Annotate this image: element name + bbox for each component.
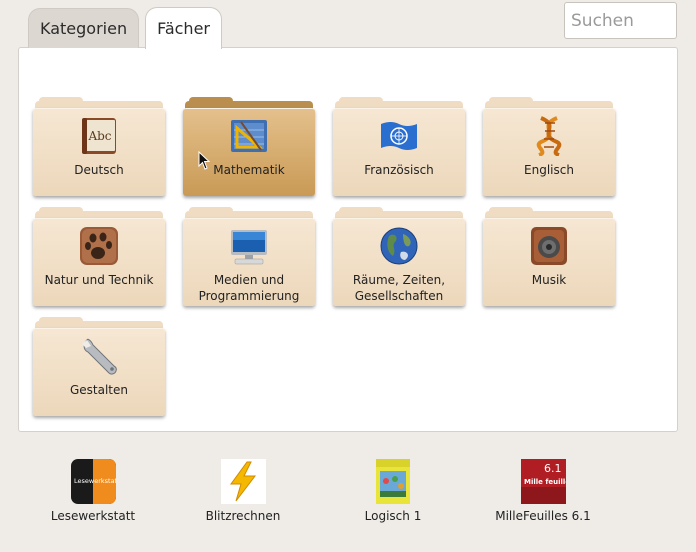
folder-label: Englisch	[524, 163, 574, 177]
folder-label-line2: Programmierung	[198, 289, 300, 303]
app-millefeuilles-6-1[interactable]: 6.1 Mille feuilles MilleFeuilles 6.1	[488, 459, 598, 529]
math-tools-icon	[231, 120, 267, 152]
computer-icon	[231, 230, 267, 265]
tab-faecher[interactable]: Fächer	[145, 7, 222, 49]
subjects-panel: Abc Deutsch Mathematik Französisch Engli…	[18, 47, 678, 432]
svg-text:Abc: Abc	[87, 129, 111, 143]
un-flag-icon	[381, 122, 417, 150]
app-logisch-1[interactable]: Logisch 1	[338, 459, 448, 529]
paw-icon	[80, 227, 118, 265]
logisch-book-icon	[376, 459, 410, 504]
app-lesewerkstatt[interactable]: Lesewerkstatt Lesewerkstatt	[38, 459, 148, 529]
millefeuilles-book-icon: 6.1 Mille feuilles	[521, 459, 566, 504]
app-blitzrechnen[interactable]: Blitzrechnen	[188, 459, 298, 529]
mouse-cursor-icon	[198, 151, 211, 170]
search-input[interactable]	[564, 2, 677, 39]
folder-label-line1: Medien und	[213, 273, 285, 287]
app-label: Blitzrechnen	[205, 509, 281, 523]
tab-bar: Kategorien Fächer	[28, 7, 222, 49]
tab-kategorien[interactable]: Kategorien	[28, 8, 140, 48]
wrench-icon	[82, 338, 117, 375]
folder-label: Gestalten	[69, 383, 129, 397]
folder-label: Musik	[531, 273, 567, 287]
globe-icon	[380, 227, 418, 265]
lightning-icon	[221, 459, 266, 504]
app-label: Lesewerkstatt	[50, 509, 136, 523]
book-icon: Abc	[82, 118, 116, 154]
speaker-icon	[531, 227, 567, 265]
folder-label: Natur und Technik	[44, 273, 154, 287]
folder-deutsch[interactable]: Abc Deutsch	[33, 97, 167, 199]
folder-englisch[interactable]: Englisch	[483, 97, 617, 199]
dna-icon	[536, 116, 562, 156]
lesewerkstatt-icon: Lesewerkstatt	[71, 459, 116, 504]
folder-mathematik[interactable]: Mathematik	[183, 97, 317, 199]
folder-label: Medien und Programmierung	[183, 272, 315, 304]
millefeuilles-icon-number: 6.1	[544, 462, 562, 475]
folder-franzoesisch[interactable]: Französisch	[333, 97, 467, 199]
folder-label-line2: Gesellschaften	[354, 289, 444, 303]
folder-raeume-zeiten-gesellschaften[interactable]: Räume, Zeiten, Gesellschaften	[333, 207, 467, 309]
lesewerkstatt-icon-text: Lesewerkstatt	[74, 477, 116, 485]
app-label: Logisch 1	[364, 509, 422, 523]
folder-gestalten[interactable]: Gestalten	[33, 317, 167, 419]
folder-label-line1: Räume, Zeiten,	[352, 273, 446, 287]
app-label: MilleFeuilles 6.1	[495, 509, 591, 523]
folder-label: Deutsch	[74, 163, 124, 177]
millefeuilles-icon-title: Mille feuilles	[524, 478, 566, 486]
folder-label: Räume, Zeiten, Gesellschaften	[333, 272, 465, 304]
folder-musik[interactable]: Musik	[483, 207, 617, 309]
folder-natur-und-technik[interactable]: Natur und Technik	[33, 207, 167, 309]
folder-medien-und-programmierung[interactable]: Medien und Programmierung	[183, 207, 317, 309]
folder-label: Französisch	[364, 163, 434, 177]
